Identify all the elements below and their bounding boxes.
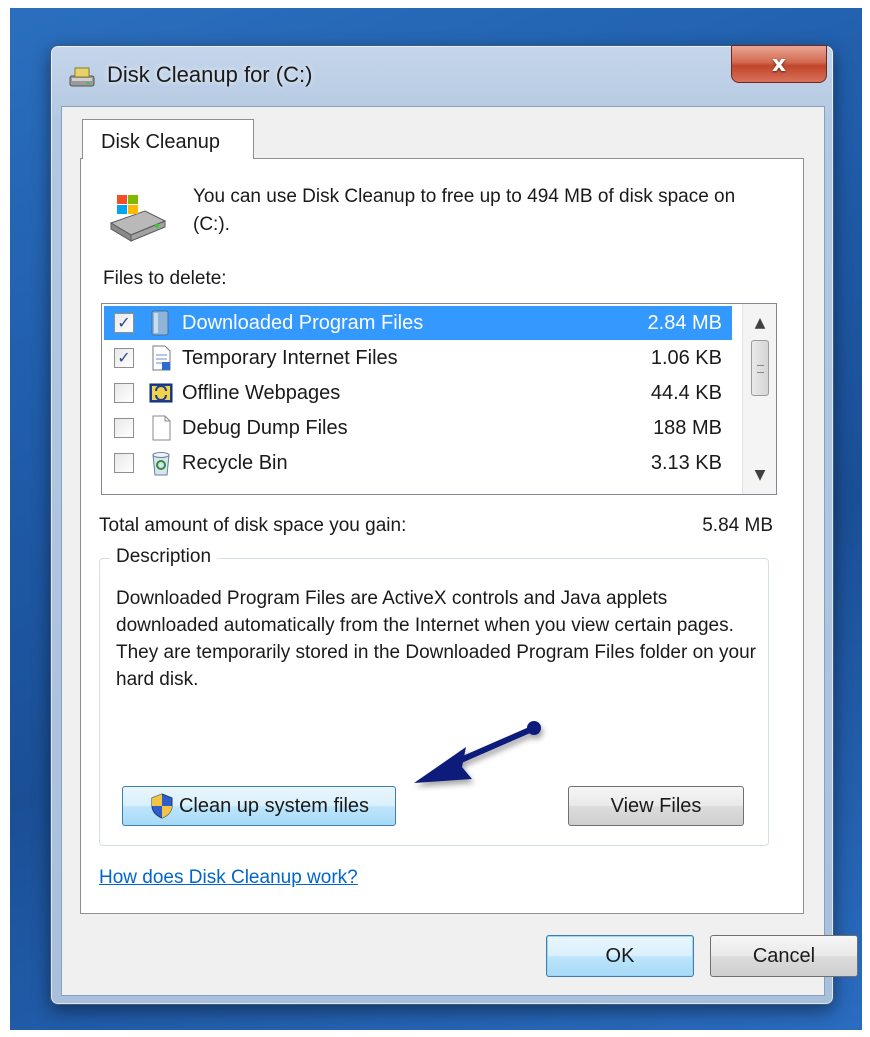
uac-shield-icon — [151, 793, 173, 819]
file-name: Temporary Internet Files — [182, 347, 398, 369]
file-name: Downloaded Program Files — [182, 312, 424, 334]
list-item[interactable]: ✓ Temporary Internet Files 1.06 KB — [104, 341, 732, 375]
dialog-client-area: Disk Cleanup You can use Disk Cleanup to… — [61, 106, 858, 996]
file-size: 3.13 KB — [650, 452, 722, 474]
annotation-arrow-icon — [414, 721, 541, 783]
list-scrollbar[interactable]: ▲ ▼ — [742, 304, 776, 494]
checkbox[interactable]: ✓ — [114, 348, 134, 368]
clean-up-system-files-label: Clean up system files — [178, 794, 370, 817]
checkbox[interactable] — [114, 453, 134, 473]
offline-webpages-icon — [149, 383, 173, 403]
recycle-bin-icon — [152, 452, 170, 476]
description-group: Description Downloaded Program Files are… — [99, 546, 769, 846]
disk-cleanup-window: Disk Cleanup for (C:) x Disk Cleanup You… — [50, 45, 858, 1005]
list-item[interactable]: ✓ Downloaded Program Files 2.84 MB — [104, 306, 732, 340]
total-space-label: Total amount of disk space you gain: — [99, 515, 407, 536]
tab-disk-cleanup[interactable]: Disk Cleanup — [82, 119, 254, 159]
description-legend: Description — [110, 546, 218, 568]
title-bar[interactable]: Disk Cleanup for (C:) x — [51, 45, 833, 106]
file-name: Debug Dump Files — [182, 417, 348, 439]
intro-text: You can use Disk Cleanup to free up to 4… — [193, 186, 736, 235]
cancel-button[interactable]: Cancel — [710, 935, 858, 977]
tab-panel: You can use Disk Cleanup to free up to 4… — [80, 158, 804, 914]
file-name: Offline Webpages — [182, 382, 341, 404]
ok-button[interactable]: OK — [546, 935, 694, 977]
file-size: 2.84 MB — [647, 312, 722, 334]
clean-up-system-files-button[interactable]: Clean up system files — [122, 786, 396, 826]
grip-icon — [757, 365, 764, 373]
checkbox[interactable]: ✓ — [114, 313, 134, 333]
description-text: Downloaded Program Files are ActiveX con… — [116, 588, 756, 690]
scroll-up-arrow-icon[interactable]: ▲ — [747, 310, 773, 336]
document-icon — [152, 345, 171, 371]
view-files-button[interactable]: View Files — [568, 786, 744, 826]
total-space-value: 5.84 MB — [702, 515, 773, 536]
list-item[interactable]: Offline Webpages 44.4 KB — [104, 376, 732, 410]
checkbox[interactable] — [114, 383, 134, 403]
checkbox[interactable] — [114, 418, 134, 438]
close-button[interactable]: x — [731, 45, 827, 83]
file-size: 188 MB — [653, 417, 722, 439]
file-size: 1.06 KB — [650, 347, 722, 369]
blank-file-icon — [152, 415, 171, 441]
files-list[interactable]: ✓ Downloaded Program Files 2.84 MB ✓ Tem… — [101, 303, 777, 495]
window-title: Disk Cleanup for (C:) — [107, 62, 313, 87]
file-size: 44.4 KB — [650, 382, 722, 404]
folder-icon — [151, 310, 169, 336]
disk-cleanup-app-icon — [69, 67, 95, 87]
files-to-delete-label: Files to delete: — [103, 268, 227, 289]
scroll-down-arrow-icon[interactable]: ▼ — [747, 462, 773, 488]
list-item[interactable]: Recycle Bin 3.13 KB — [104, 446, 732, 480]
file-name: Recycle Bin — [182, 452, 288, 474]
list-item[interactable]: Debug Dump Files 188 MB — [104, 411, 732, 445]
disk-drive-icon — [109, 195, 167, 242]
help-link[interactable]: How does Disk Cleanup work? — [99, 867, 358, 889]
scrollbar-thumb[interactable] — [751, 340, 769, 396]
